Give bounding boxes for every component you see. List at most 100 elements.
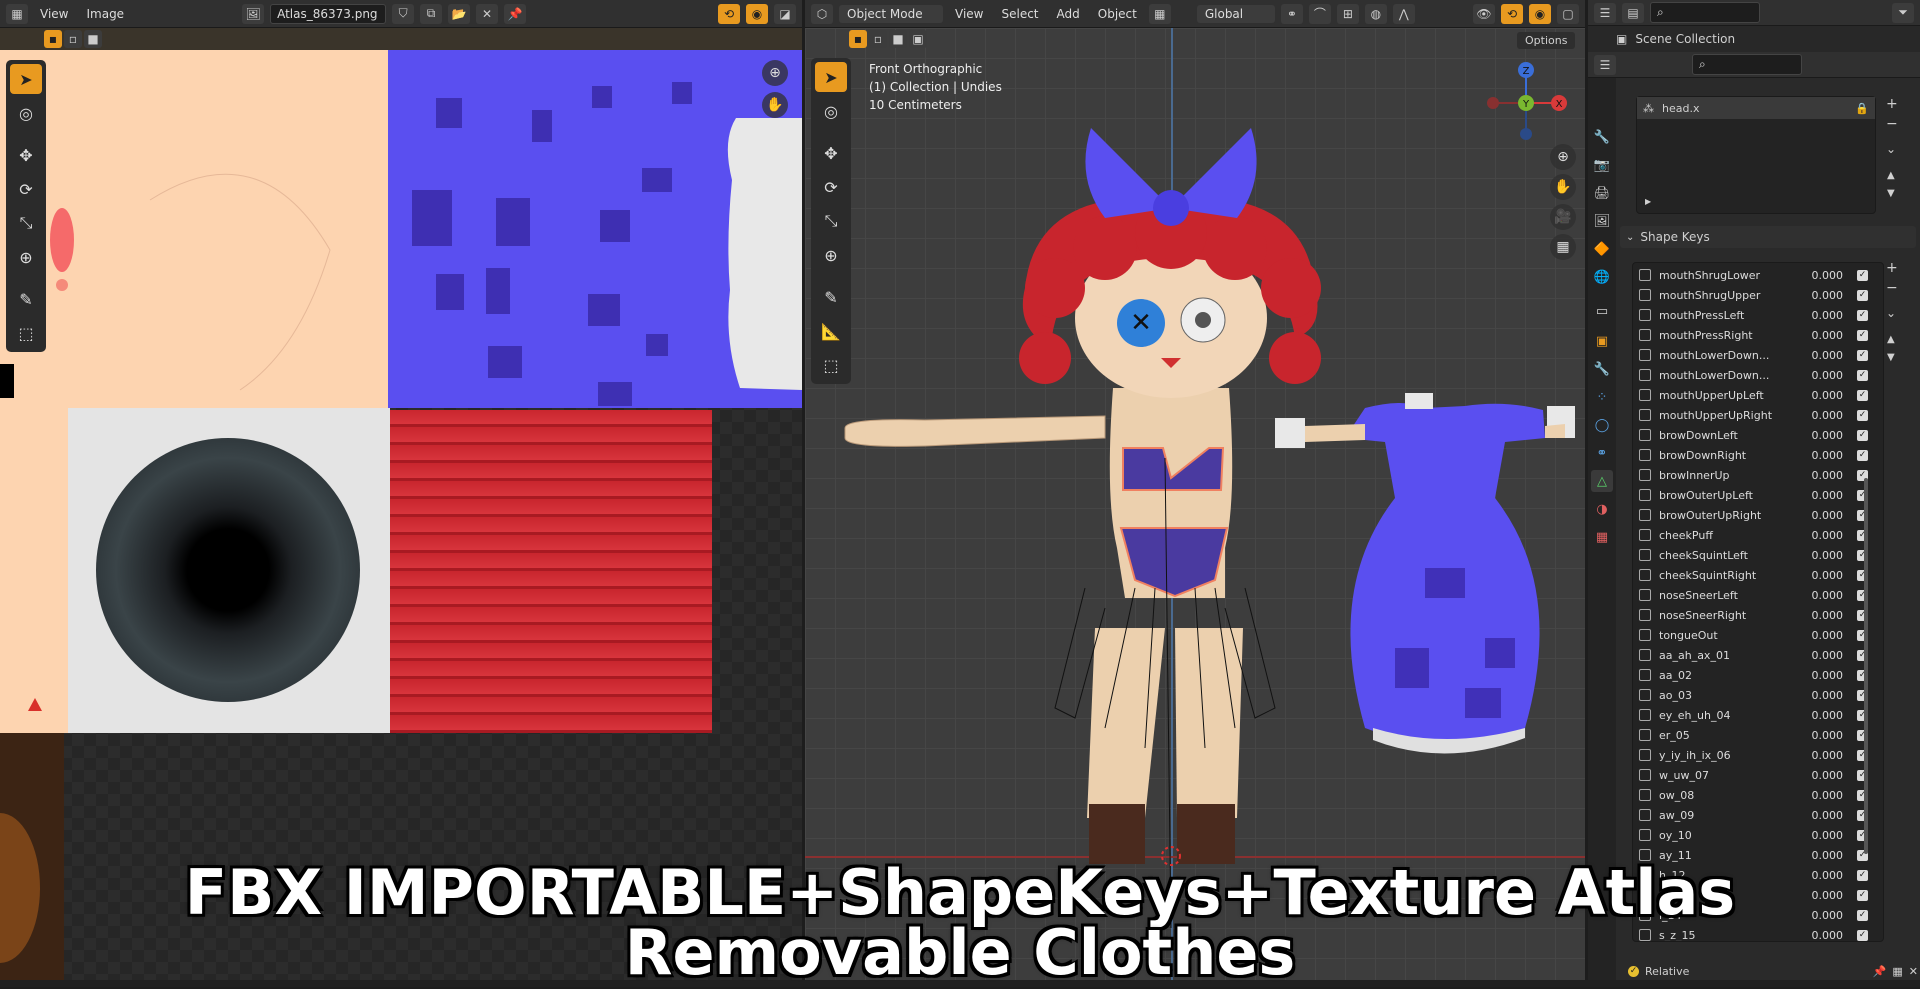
shape-key-value[interactable]: 0.000 [1799,269,1844,282]
vp-transform-tool-icon[interactable]: ⊕ [815,240,847,270]
shape-key-value[interactable]: 0.000 [1799,509,1844,522]
unlink-image-icon[interactable]: ✕ [476,3,499,24]
proportional-icon[interactable]: ◍ [1364,3,1387,24]
shape-key-value[interactable]: 0.000 [1799,629,1844,642]
zoom-icon[interactable]: ⊕ [762,60,788,86]
mode-dropdown[interactable]: Object Mode [839,4,943,23]
shape-key-value[interactable]: 0.000 [1799,469,1844,482]
menu-add[interactable]: Add [1051,4,1086,24]
shape-key-value[interactable]: 0.000 [1799,529,1844,542]
viewport-editor-type-icon[interactable]: ⬡ [811,3,833,24]
pin-icon[interactable]: 📌 [504,3,527,24]
display-channels-icon[interactable]: ◪ [774,3,796,24]
sk-menu-icon[interactable]: ⌄ [1886,306,1896,320]
vp-add-cube-icon[interactable]: ⬚ [815,350,847,380]
tool-tab-icon[interactable]: 🔧 [1591,126,1613,148]
lock-icon[interactable]: 🔒 [1855,102,1869,115]
shape-key-checkbox[interactable]: ✓ [1857,309,1868,321]
shape-key-value[interactable]: 0.000 [1799,649,1844,662]
texture-atlas-canvas[interactable]: ➤ ◎ ✥ ⟳ ⤡ ⊕ ✎ ⬚ ⊕ ✋ [0,50,802,980]
render-tab-icon[interactable]: 📷 [1591,154,1613,176]
menu-object[interactable]: Object [1092,4,1143,24]
visibility-icon[interactable]: 👁 [1473,3,1495,24]
shape-key-checkbox[interactable]: ✓ [1857,289,1868,301]
shape-key-row[interactable]: w_uw_07 0.000 ✓ [1633,765,1883,785]
vp-measure-tool-icon[interactable]: 📐 [815,316,847,346]
world-tab-icon[interactable]: 🌐 [1591,266,1613,288]
shape-key-value[interactable]: 0.000 [1799,449,1844,462]
falloff-icon[interactable]: ⋀ [1392,3,1415,24]
vg-up-icon[interactable]: ▲ [1887,170,1895,181]
image-name-field[interactable]: Atlas_86373.png [270,3,387,24]
shape-key-checkbox[interactable]: ✓ [1857,269,1868,281]
shape-key-row[interactable]: browOuterUpRight 0.000 ✓ [1633,505,1883,525]
shape-key-value[interactable]: 0.000 [1799,309,1844,322]
shape-key-row[interactable]: tongueOut 0.000 ✓ [1633,625,1883,645]
shape-key-row[interactable]: ao_03 0.000 ✓ [1633,685,1883,705]
shape-key-row[interactable]: noseSneerRight 0.000 ✓ [1633,605,1883,625]
sk-up-icon[interactable]: ▲ [1887,334,1895,345]
shape-key-row[interactable]: ow_08 0.000 ✓ [1633,785,1883,805]
shape-key-value[interactable]: 0.000 [1799,549,1844,562]
shape-key-value[interactable]: 0.000 [1799,329,1844,342]
shape-key-value[interactable]: 0.000 [1799,769,1844,782]
shape-key-checkbox[interactable]: ✓ [1857,329,1868,341]
sk-add-icon[interactable]: + [1886,260,1898,276]
shape-key-row[interactable]: cheekSquintLeft 0.000 ✓ [1633,545,1883,565]
snap-icon[interactable]: ⌒ [1308,3,1331,24]
cursor-tool-icon[interactable]: ◎ [10,98,42,128]
shape-key-value[interactable]: 0.000 [1799,409,1844,422]
shape-key-value[interactable]: 0.000 [1799,669,1844,682]
menu-select[interactable]: Select [995,4,1044,24]
shape-key-checkbox[interactable]: ✓ [1857,449,1868,461]
overlay-icon[interactable]: ◉ [1529,3,1551,24]
sk-scrollbar[interactable] [1864,478,1868,854]
scale-tool-icon[interactable]: ⤡ [10,208,42,238]
shape-key-row[interactable]: mouthLowerDown... 0.000 ✓ [1633,345,1883,365]
ortho-toggle-icon[interactable]: ▦ [1550,234,1576,260]
gizmo-icon[interactable]: ⟲ [1501,3,1523,24]
snap-target-icon[interactable]: ⊞ [1336,3,1359,24]
collection-tab-icon[interactable]: ▭ [1591,300,1613,322]
shape-key-value[interactable]: 0.000 [1799,369,1844,382]
shape-key-value[interactable]: 0.000 [1799,849,1844,862]
shape-key-value[interactable]: 0.000 [1799,789,1844,802]
shape-key-value[interactable]: 0.000 [1799,809,1844,822]
shape-key-row[interactable]: browOuterUpLeft 0.000 ✓ [1633,485,1883,505]
uv-sync-icon[interactable]: ⟲ [718,3,740,24]
shape-key-row[interactable]: mouthUpperUpLeft 0.000 ✓ [1633,385,1883,405]
pan-hand-icon[interactable]: ✋ [762,92,788,118]
shape-key-checkbox[interactable]: ✓ [1857,369,1868,381]
shape-key-row[interactable]: mouthUpperUpRight 0.000 ✓ [1633,405,1883,425]
navigation-gizmo[interactable]: Z Y X [1481,58,1571,148]
vp-scale-tool-icon[interactable]: ⤡ [815,206,847,236]
vp-move-tool-icon[interactable]: ✥ [815,138,847,168]
rip-tool-icon[interactable]: ⬚ [10,318,42,348]
material-tab-icon[interactable]: ◑ [1591,498,1613,520]
vp-annotate-tool-icon[interactable]: ✎ [815,282,847,312]
vg-remove-icon[interactable]: − [1886,116,1898,132]
object-extras-icon[interactable]: ▦ [1148,3,1171,24]
shape-key-row[interactable]: cheekSquintRight 0.000 ✓ [1633,565,1883,585]
vertex-group-row[interactable]: ⁂ head.x 🔒 [1637,97,1875,119]
shape-key-row[interactable]: mouthPressLeft 0.000 ✓ [1633,305,1883,325]
shape-key-value[interactable]: 0.000 [1799,429,1844,442]
viewport-canvas[interactable]: ▪ ▫ ■ ▣ Front Orthographic (1) Collectio… [805,28,1585,980]
output-tab-icon[interactable]: 🖨 [1591,182,1613,204]
shape-key-value[interactable]: 0.000 [1799,689,1844,702]
vg-add-icon[interactable]: + [1886,96,1898,112]
image-browse-icon[interactable]: 🖼 [242,3,265,24]
menu-view[interactable]: View [34,4,74,24]
shape-key-checkbox[interactable]: ✓ [1857,429,1868,441]
shape-key-value[interactable]: 0.000 [1799,389,1844,402]
shape-key-row[interactable]: y_iy_ih_ix_06 0.000 ✓ [1633,745,1883,765]
view-layer-tab-icon[interactable]: 🖼 [1591,210,1613,232]
shape-key-row[interactable]: er_05 0.000 ✓ [1633,725,1883,745]
vp-rotate-tool-icon[interactable]: ⟳ [815,172,847,202]
particles-tab-icon[interactable]: ⁘ [1591,386,1613,408]
camera-view-icon[interactable]: 🎥 [1550,204,1576,230]
annotate-tool-icon[interactable]: ✎ [10,284,42,314]
fake-user-shield-icon[interactable]: ⛉ [392,3,415,24]
viewport-pan-icon[interactable]: ✋ [1550,174,1576,200]
shape-key-value[interactable]: 0.000 [1799,709,1844,722]
